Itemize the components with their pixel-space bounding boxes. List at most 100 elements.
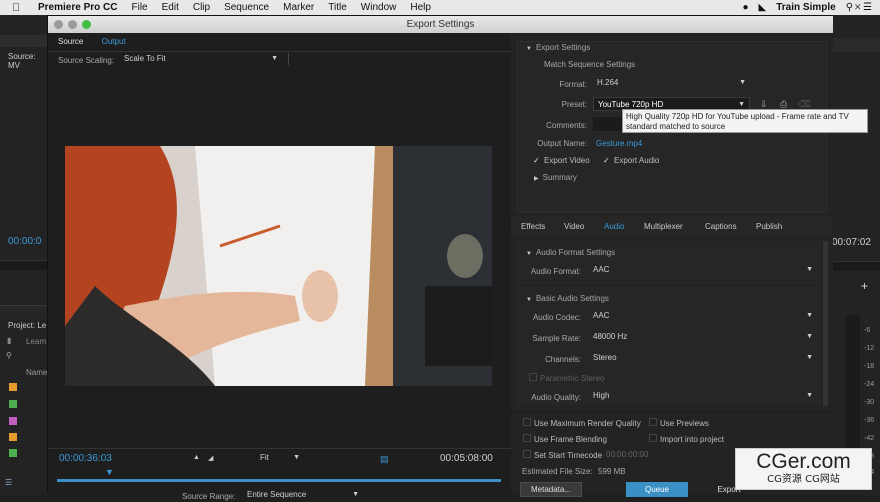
premiere-left-panel: Source: MV 00:00:0 Project: Le ▮ Learn ⚲…: [0, 15, 47, 495]
audio-codec-dropdown[interactable]: AAC ▼: [589, 309, 817, 323]
start-timecode-checkbox[interactable]: Set Start Timecode: [523, 450, 602, 460]
comments-field[interactable]: [593, 117, 623, 131]
file-size-value: 599 MB: [598, 467, 626, 476]
cger-watermark-logo: CGer.com CG资源 CG网站: [735, 448, 872, 490]
max-render-quality-checkbox[interactable]: Use Maximum Render Quality: [523, 418, 641, 428]
zoom-window-button[interactable]: [82, 20, 91, 29]
menu-title[interactable]: Title: [328, 2, 347, 13]
list-view-icon[interactable]: ☰: [5, 478, 12, 487]
channels-label: Channels:: [544, 355, 581, 364]
learn-bin-label: Learn: [26, 337, 47, 346]
tab-output[interactable]: Output: [94, 35, 134, 49]
watermark-title: CGer.com: [756, 450, 851, 473]
tab-effects[interactable]: Effects: [521, 222, 545, 231]
meter-tick: -12: [864, 345, 875, 352]
audio-quality-label: Audio Quality:: [531, 393, 581, 402]
premiere-right-panel: ✕ 00:07:02 + -6 -12 -18 -24 -30 -36 -42 …: [832, 2, 880, 495]
source-range-label: Source Range:: [182, 492, 236, 501]
source-scaling-label: Source Scaling:: [58, 56, 115, 65]
preset-label: Preset:: [561, 100, 587, 109]
meter-tick: -36: [864, 417, 875, 424]
use-previews-checkbox[interactable]: Use Previews: [649, 418, 709, 428]
export-settings-header[interactable]: ▼ Export Settings: [526, 43, 590, 52]
name-column-header: Name: [26, 368, 48, 377]
comments-label: Comments:: [546, 121, 587, 130]
format-dropdown[interactable]: H.264 ▼: [593, 76, 750, 90]
source-range-dropdown[interactable]: Entire Sequence ▼: [243, 488, 363, 502]
right-timecode: 00:07:02: [832, 237, 871, 248]
meter-tick: -42: [864, 435, 875, 442]
summary-toggle[interactable]: ▶ Summary: [534, 173, 577, 182]
basic-audio-header[interactable]: ▼ Basic Audio Settings: [526, 294, 609, 303]
frame-blending-checkbox[interactable]: Use Frame Blending: [523, 434, 607, 444]
menu-marker[interactable]: Marker: [283, 2, 314, 13]
import-into-project-checkbox[interactable]: Import into project: [649, 434, 724, 444]
zoom-fit-dropdown[interactable]: Fit ▼: [256, 451, 304, 465]
add-icon[interactable]: +: [861, 279, 868, 293]
dialog-title-bar: Export Settings: [48, 16, 833, 33]
minimize-window-button[interactable]: [68, 20, 77, 29]
tab-audio[interactable]: Audio: [604, 222, 624, 231]
meter-tick: -6: [864, 327, 871, 334]
close-icon[interactable]: ✕: [854, 2, 862, 13]
sample-rate-dropdown[interactable]: 48000 Hz ▼: [589, 330, 817, 344]
audio-quality-dropdown[interactable]: High ▼: [589, 389, 817, 403]
spotlight-icon[interactable]: ⚲: [846, 2, 853, 13]
channels-dropdown[interactable]: Stereo ▼: [589, 351, 817, 365]
project-item-color: [9, 383, 17, 391]
timeline-track[interactable]: [57, 479, 501, 482]
export-video-checkbox[interactable]: ✓ Export Video: [533, 156, 590, 165]
mark-out-icon[interactable]: ◢: [208, 454, 213, 462]
parametric-stereo-checkbox[interactable]: Parametric Stereo: [529, 373, 604, 383]
wifi-icon[interactable]: ◣: [759, 2, 767, 13]
menu-file[interactable]: File: [131, 2, 147, 13]
left-timecode: 00:00:0: [8, 236, 42, 247]
current-time[interactable]: 00:00:36:03: [59, 453, 112, 464]
settings-pane: ▼ Export Settings Match Sequence Settings…: [511, 33, 868, 497]
tab-video[interactable]: Video: [564, 222, 584, 231]
menu-sequence[interactable]: Sequence: [224, 2, 269, 13]
audio-format-label: Audio Format:: [530, 267, 581, 276]
meter-tick: -24: [864, 381, 875, 388]
menu-bar:  Premiere Pro CC File Edit Clip Sequenc…: [0, 0, 880, 15]
creative-cloud-icon[interactable]: ●: [742, 2, 748, 13]
audio-format-dropdown[interactable]: AAC ▼: [589, 263, 817, 277]
meter-tick: -18: [864, 363, 875, 370]
audio-format-header[interactable]: ▼ Audio Format Settings: [526, 248, 615, 257]
tab-publish[interactable]: Publish: [756, 222, 782, 231]
search-icon[interactable]: ⚲: [6, 351, 12, 360]
tab-source[interactable]: Source: [50, 35, 91, 49]
export-audio-checkbox[interactable]: ✓ Export Audio: [603, 156, 659, 165]
format-label: Format:: [559, 80, 587, 89]
notifications-icon[interactable]: ☰: [863, 2, 872, 13]
menu-window[interactable]: Window: [361, 2, 397, 13]
aspect-icon[interactable]: ▤: [380, 454, 389, 465]
project-item-color: [9, 449, 17, 457]
settings-scrollbar[interactable]: [823, 241, 828, 406]
output-name-label: Output Name:: [537, 139, 587, 148]
mark-in-icon[interactable]: ▲: [193, 454, 200, 461]
project-item-color: [9, 433, 17, 441]
meter-tick: -30: [864, 399, 875, 406]
menu-clip[interactable]: Clip: [193, 2, 210, 13]
app-menu[interactable]: Premiere Pro CC: [38, 2, 117, 13]
output-name-link[interactable]: Gesture.mp4: [596, 139, 642, 148]
dialog-title: Export Settings: [406, 19, 475, 30]
audio-codec-label: Audio Codec:: [532, 313, 581, 322]
menu-edit[interactable]: Edit: [162, 2, 179, 13]
tab-multiplexer[interactable]: Multiplexer: [644, 222, 683, 231]
start-timecode-field[interactable]: 00:00:00:00: [606, 450, 648, 459]
video-preview: [65, 146, 492, 386]
apple-icon[interactable]: : [12, 2, 26, 14]
user-name[interactable]: Train Simple: [776, 2, 835, 13]
menu-help[interactable]: Help: [410, 2, 431, 13]
folder-icon: ▮: [7, 336, 12, 345]
playhead[interactable]: ▼: [105, 467, 114, 477]
project-item-color: [9, 400, 17, 408]
close-window-button[interactable]: [54, 20, 63, 29]
duration-time: 00:05:08:00: [440, 453, 493, 464]
source-scaling-dropdown[interactable]: Scale To Fit ▼: [120, 52, 282, 66]
video-preview-image: [65, 146, 492, 386]
match-sequence-checkbox[interactable]: Match Sequence Settings: [533, 60, 635, 69]
tab-captions[interactable]: Captions: [705, 222, 737, 231]
